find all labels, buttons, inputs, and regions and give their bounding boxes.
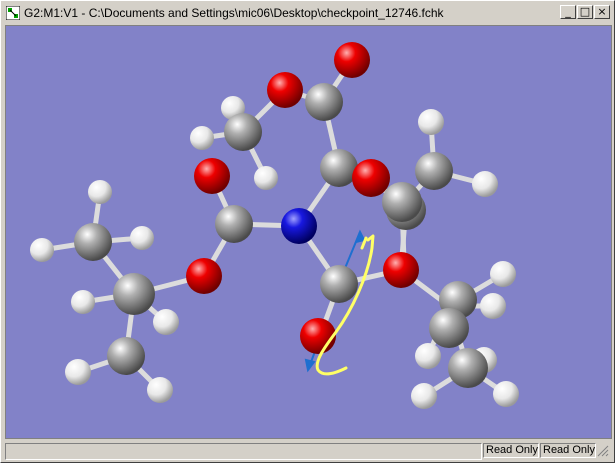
hydrogen-atom — [153, 309, 179, 335]
maximize-button[interactable]: □ — [577, 5, 593, 19]
hydrogen-atom — [65, 359, 91, 385]
hydrogen-atom — [130, 226, 154, 250]
carbon-atom — [448, 348, 488, 388]
hydrogen-atom — [480, 293, 506, 319]
status-read-only-2: Read Only — [540, 443, 596, 458]
carbon-atom — [382, 182, 422, 222]
hydrogen-atom — [415, 343, 441, 369]
gaussview-window: G2:M1:V1 - C:\Documents and Settings\mic… — [0, 0, 615, 463]
carbon-atom — [215, 205, 253, 243]
oxygen-atom — [186, 258, 222, 294]
hydrogen-atom — [490, 261, 516, 287]
molecule-viewport[interactable] — [5, 25, 612, 439]
gaussview-app-icon[interactable] — [5, 5, 21, 20]
nitrogen-atom — [281, 208, 317, 244]
carbon-atom — [74, 223, 112, 261]
hydrogen-atom — [71, 290, 95, 314]
carbon-atom — [107, 337, 145, 375]
oxygen-atom — [300, 318, 336, 354]
carbon-atom — [429, 308, 469, 348]
hydrogen-atom — [472, 171, 498, 197]
hydrogen-atom — [30, 238, 54, 262]
minimize-button[interactable]: _ — [560, 5, 576, 19]
carbon-atom — [415, 152, 453, 190]
status-bar: Read Only Read Only — [5, 442, 610, 460]
title-bar[interactable]: G2:M1:V1 - C:\Documents and Settings\mic… — [3, 3, 612, 22]
oxygen-atom — [334, 42, 370, 78]
hydrogen-atom — [493, 381, 519, 407]
oxygen-atom — [383, 252, 419, 288]
status-message — [5, 443, 482, 460]
status-read-only-1: Read Only — [483, 443, 539, 458]
hydrogen-atom — [147, 377, 173, 403]
hydrogen-atom — [254, 166, 278, 190]
hydrogen-atom — [418, 109, 444, 135]
window-title: G2:M1:V1 - C:\Documents and Settings\mic… — [24, 5, 444, 20]
hydrogen-atom — [88, 180, 112, 204]
carbon-atom — [113, 273, 155, 315]
carbon-atom — [305, 83, 343, 121]
close-button[interactable]: × — [594, 5, 610, 19]
pen-annotation — [315, 234, 375, 376]
oxygen-atom — [352, 159, 390, 197]
hydrogen-atom — [190, 126, 214, 150]
molecule-view[interactable] — [6, 26, 611, 438]
carbon-atom — [224, 113, 262, 151]
hydrogen-atom — [411, 383, 437, 409]
resize-grip-icon[interactable] — [597, 445, 609, 457]
carbon-atom — [320, 265, 358, 303]
oxygen-atom — [194, 158, 230, 194]
oxygen-atom — [267, 72, 303, 108]
